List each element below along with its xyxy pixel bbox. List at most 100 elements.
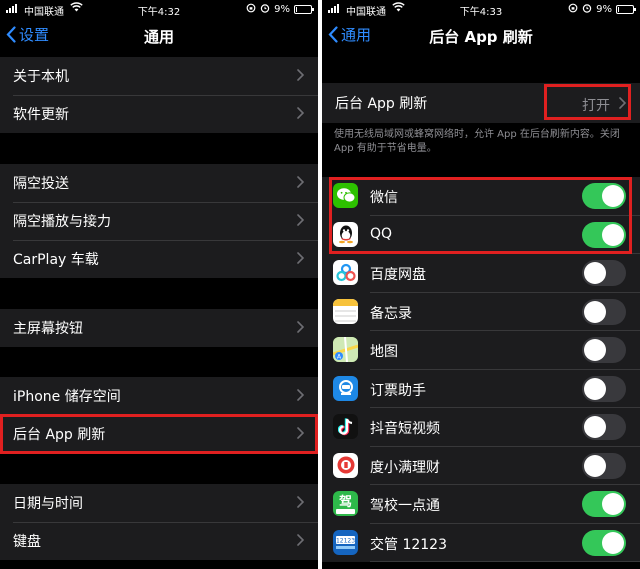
duxiaoman-icon bbox=[333, 452, 358, 478]
chevron-right-icon bbox=[297, 107, 304, 119]
nav-bar: 通用 后台 App 刷新 bbox=[322, 18, 640, 54]
settings-row[interactable]: 主屏幕按钮 bbox=[0, 309, 318, 347]
settings-group: iPhone 储存空间 后台 App 刷新 bbox=[0, 377, 318, 453]
setting-label: 后台 App 刷新 bbox=[335, 96, 428, 112]
battery-icon bbox=[294, 5, 314, 14]
maps-icon: A bbox=[333, 337, 358, 362]
app-refresh-toggle[interactable] bbox=[582, 452, 626, 479]
settings-group: 隔空投送隔空播放与接力 CarPlay 车载 bbox=[0, 164, 318, 278]
app-refresh-toggle[interactable] bbox=[582, 529, 626, 556]
settings-row[interactable]: 隔空投送 bbox=[0, 164, 318, 202]
svg-text:驾: 驾 bbox=[339, 494, 352, 510]
settings-row[interactable]: iPhone 储存空间 bbox=[0, 377, 318, 415]
app-refresh-toggle[interactable] bbox=[582, 260, 626, 286]
app-refresh-toggle[interactable] bbox=[582, 337, 626, 363]
settings-row-label: 主屏幕按钮 bbox=[13, 321, 83, 337]
app-name: 交管 12123 bbox=[370, 536, 447, 553]
toggle-knob bbox=[584, 339, 606, 361]
chevron-right-icon bbox=[297, 252, 304, 264]
chevron-right-icon bbox=[297, 214, 304, 226]
app-name: 度小满理财 bbox=[370, 459, 440, 476]
app-refresh-row: QQ bbox=[322, 216, 640, 255]
settings-row-label: 日期与时间 bbox=[13, 496, 83, 512]
settings-row-label: 键盘 bbox=[13, 534, 41, 550]
app-refresh-row: 度小满理财 bbox=[322, 447, 640, 486]
app-name: 抖音短视频 bbox=[370, 421, 440, 437]
toggle-knob bbox=[584, 262, 606, 284]
orientation-lock-icon bbox=[246, 3, 256, 16]
chevron-right-icon bbox=[297, 496, 304, 508]
settings-row-label: 关于本机 bbox=[13, 69, 69, 85]
app-name: 驾校一点通 bbox=[370, 498, 440, 514]
app-name: 微信 bbox=[370, 190, 398, 206]
toggle-knob bbox=[602, 493, 624, 515]
app-refresh-toggle[interactable] bbox=[582, 491, 626, 517]
background-refresh-setting-row[interactable]: 后台 App 刷新 打开 bbox=[322, 83, 640, 123]
settings-row[interactable]: 关于本机 bbox=[0, 57, 318, 95]
ticket-icon bbox=[333, 375, 358, 401]
general-settings-screen: 中国联通 下午4:32 9% 设置 通用 关于本机软件更新隔空投送隔空播放与接力… bbox=[0, 0, 318, 569]
svg-text:12123: 12123 bbox=[336, 537, 355, 544]
app-refresh-row: 12123 交管 12123 bbox=[322, 524, 640, 563]
app-refresh-row: 驾 驾校一点通 bbox=[322, 485, 640, 524]
settings-row-label: 后台 App 刷新 bbox=[13, 427, 106, 443]
app-name: 百度网盘 bbox=[370, 267, 426, 283]
wechat-icon bbox=[333, 183, 358, 208]
app-refresh-toggle[interactable] bbox=[582, 414, 626, 440]
app-refresh-toggle[interactable] bbox=[582, 375, 626, 402]
notes-icon bbox=[333, 298, 358, 324]
settings-row[interactable]: CarPlay 车载 bbox=[0, 240, 318, 278]
chevron-right-icon bbox=[297, 389, 304, 401]
page-title: 通用 bbox=[143, 28, 174, 46]
battery-icon bbox=[616, 5, 636, 14]
toggle-knob bbox=[602, 223, 624, 246]
app-refresh-toggle[interactable] bbox=[582, 298, 626, 325]
battery-percent: 9% bbox=[274, 4, 290, 15]
settings-row[interactable]: 隔空播放与接力 bbox=[0, 202, 318, 240]
baidu-netdisk-icon bbox=[333, 260, 358, 285]
settings-row[interactable]: 日期与时间 bbox=[0, 484, 318, 522]
app-name: 备忘录 bbox=[370, 305, 412, 322]
orientation-lock-icon bbox=[568, 3, 578, 16]
chevron-right-icon bbox=[297, 534, 304, 546]
qq-icon bbox=[333, 221, 358, 247]
status-bar: 中国联通 下午4:32 9% bbox=[0, 0, 318, 18]
settings-row[interactable]: 软件更新 bbox=[0, 95, 318, 133]
settings-group: 日期与时间 键盘 bbox=[0, 484, 318, 560]
settings-group: 关于本机 软件更新 bbox=[0, 57, 318, 133]
status-bar: 中国联通 下午4:33 9% bbox=[322, 0, 640, 18]
settings-row[interactable]: 后台 App 刷新 bbox=[0, 415, 318, 453]
douyin-icon bbox=[333, 414, 358, 439]
app-refresh-row: 备忘录 bbox=[322, 293, 640, 332]
app-refresh-row: 订票助手 bbox=[322, 370, 640, 409]
chevron-right-icon bbox=[297, 69, 304, 81]
refresh-setting-group: 后台 App 刷新 打开 bbox=[322, 83, 640, 123]
app-refresh-toggle[interactable] bbox=[582, 183, 626, 209]
app-name: 地图 bbox=[370, 344, 398, 360]
chevron-right-icon bbox=[297, 321, 304, 333]
battery-fill bbox=[296, 7, 297, 12]
toggle-knob bbox=[602, 185, 624, 207]
toggle-knob bbox=[584, 300, 606, 323]
chevron-right-icon bbox=[297, 427, 304, 439]
settings-row-label: 隔空投送 bbox=[13, 176, 69, 192]
app-name: 订票助手 bbox=[370, 382, 426, 399]
toggle-knob bbox=[602, 531, 624, 554]
app-refresh-row: 微信 bbox=[322, 177, 640, 216]
app-list: 微信 QQ 百度网盘备忘录 A 地图订票助手抖音短视频度小满理财驾 驾校一点通 12123 交… bbox=[322, 177, 640, 562]
settings-row-label: CarPlay 车载 bbox=[13, 252, 99, 268]
settings-row-label: iPhone 储存空间 bbox=[13, 389, 121, 405]
toggle-knob bbox=[584, 454, 606, 477]
battery-percent: 9% bbox=[596, 4, 612, 15]
settings-row-label: 软件更新 bbox=[13, 107, 69, 123]
alarm-icon bbox=[582, 3, 592, 16]
app-name: QQ bbox=[370, 225, 393, 242]
alarm-icon bbox=[260, 3, 270, 16]
app-refresh-row: 抖音短视频 bbox=[322, 408, 640, 447]
app-refresh-toggle[interactable] bbox=[582, 221, 626, 248]
settings-row-label: 隔空播放与接力 bbox=[13, 214, 111, 230]
toggle-knob bbox=[584, 416, 606, 438]
settings-row[interactable]: 键盘 bbox=[0, 522, 318, 560]
nav-bar: 设置 通用 bbox=[0, 18, 318, 54]
chevron-right-icon bbox=[619, 97, 626, 109]
